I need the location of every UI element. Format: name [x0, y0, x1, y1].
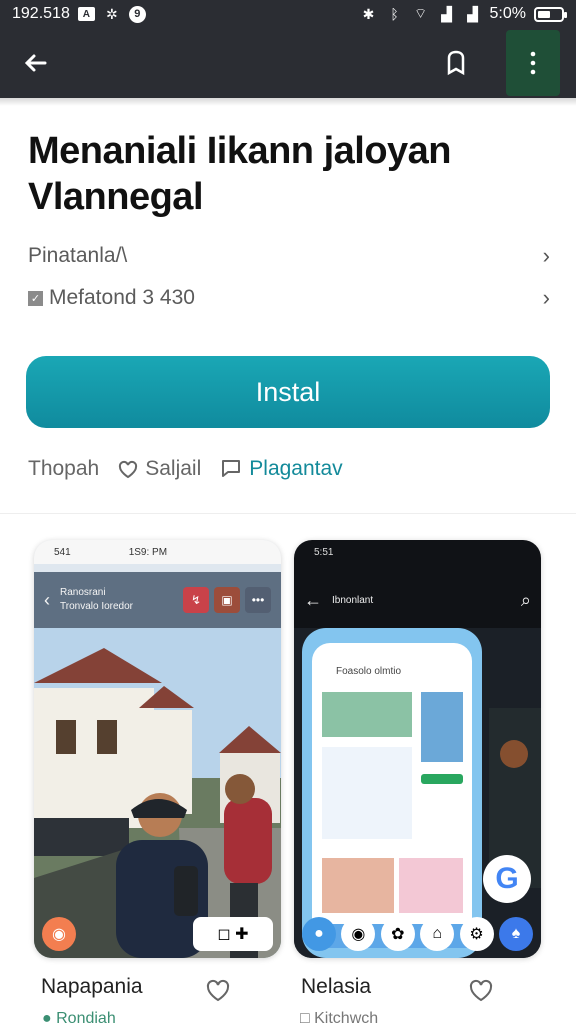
mini-status-time: 541: [54, 546, 71, 558]
chevron-right-icon: ›: [542, 285, 550, 310]
wifi-icon: ⌔: [413, 5, 428, 21]
publisher-label: Pinatanla/\: [28, 244, 128, 267]
action-label: Thopah: [28, 457, 100, 480]
settings-icon: ✲: [105, 5, 118, 22]
header-shadow: [0, 98, 576, 106]
publisher-row[interactable]: Pinatanla/\ ›: [28, 243, 550, 269]
house-photo: [34, 628, 281, 958]
subrow-label: □ Kitchwch: [300, 1010, 378, 1028]
more-options-button[interactable]: [506, 30, 560, 96]
status-bar: 192.518 A ✲ 9 ✱ ᛒ ⌔ ▟ ▟ 5:0%: [0, 0, 576, 28]
subrow-text: Rondiah: [56, 1010, 116, 1027]
battery-fill: [538, 10, 551, 18]
mini-app-icon: ✿: [380, 917, 415, 951]
subrow-text: Kitchwch: [314, 1010, 379, 1027]
action-label: Saljail: [145, 457, 202, 480]
status-time: 192.518: [12, 5, 70, 22]
whatsapp-icon: 9: [128, 5, 146, 23]
mini-status-bar: 5:51: [294, 540, 541, 564]
mini-title: Ranosrani: [60, 587, 106, 598]
phone-preview-photo: Foasolo olmtio: [294, 628, 541, 958]
action-thopah[interactable]: Thopah: [28, 457, 99, 481]
heart-icon: [119, 460, 138, 479]
check-icon: ✓: [28, 290, 43, 306]
meta-label: Mefatond 3 430: [49, 286, 195, 309]
subrow-label: ● Rondiah: [42, 1010, 116, 1028]
chevron-right-icon: ›: [542, 243, 550, 268]
mini-back-icon: ‹: [44, 589, 50, 610]
app-bar: [0, 28, 576, 98]
mini-app-icon: ●: [302, 917, 336, 951]
signal-icon: ▟: [441, 5, 452, 22]
screenshot-label: Nelasia: [301, 975, 372, 998]
bookmark-button[interactable]: [436, 43, 476, 83]
mini-app-icon: ◉: [341, 917, 376, 951]
mini-status-time: 5:51: [314, 546, 334, 558]
screenshot-label: Napapania: [41, 975, 143, 998]
subrow-icon: ●: [42, 1010, 52, 1027]
mini-photo-icon: ▣: [214, 587, 240, 613]
mini-status-bar: 541 1S9: PM: [34, 540, 281, 564]
mini-toolbar: ◉ ◻ ✚: [42, 917, 273, 951]
mini-app-icon: ⚙: [459, 917, 494, 951]
arrow-left-icon: [24, 54, 47, 72]
action-plagantav[interactable]: Plagantav: [219, 457, 343, 481]
svg-text:Foasolo olmtio: Foasolo olmtio: [336, 666, 401, 677]
notification-icon: A: [77, 7, 95, 21]
more-vertical-icon: [530, 51, 536, 75]
mini-camera-icon: ◉: [42, 917, 76, 951]
screenshot-card[interactable]: 541 1S9: PM ‹ Ranosrani Tronvalo Ioredor…: [34, 540, 281, 958]
action-saljail[interactable]: Saljail: [117, 457, 201, 481]
subrow-icon: □: [300, 1010, 310, 1027]
mini-tools-icon: ◻ ✚: [193, 917, 273, 951]
mini-app-icon: ⌂: [420, 917, 455, 951]
action-row: Thopah Saljail Plagantav: [28, 457, 343, 481]
battery-icon: [534, 6, 567, 22]
mini-app-header: ← Ibnonlant ⌕: [294, 572, 541, 628]
google-icon: G: [483, 855, 531, 903]
action-label: Plagantav: [249, 457, 343, 480]
mini-title: Ibnonlant: [332, 594, 374, 606]
mini-app-icon: ♠: [498, 917, 533, 951]
screenshot-card[interactable]: 5:51 ← Ibnonlant ⌕ Foasolo olmtio G ● ◉ …: [294, 540, 541, 958]
mini-more-icon: •••: [245, 587, 271, 613]
bookmark-icon: [447, 50, 465, 76]
battery-percent: 5:0%: [489, 5, 526, 22]
chat-icon: [222, 460, 241, 477]
mini-subtitle: Tronvalo Ioredor: [60, 601, 133, 612]
bluetooth-icon: ᛒ: [390, 6, 399, 22]
bluetooth-icon: ✱: [362, 5, 375, 22]
divider: [0, 513, 576, 514]
install-button[interactable]: Instal: [26, 356, 550, 428]
mini-app-header: ‹ Ranosrani Tronvalo Ioredor ↯ ▣ •••: [34, 572, 281, 628]
mini-record-icon: ↯: [183, 587, 209, 613]
mini-toolbar: ● ◉ ✿ ⌂ ⚙ ♠: [302, 917, 533, 951]
mini-search-icon: ⌕: [520, 589, 531, 610]
mini-back-icon: ←: [304, 589, 322, 610]
app-title: Menaniali Iikann jaloyan Vlannegal: [28, 130, 452, 218]
signal-icon: ▟: [467, 5, 478, 22]
meta-row[interactable]: ✓ Mefatond 3 430 ›: [28, 285, 550, 311]
heart-icon[interactable]: [467, 976, 495, 1004]
back-button[interactable]: [16, 43, 56, 83]
heart-icon[interactable]: [204, 976, 232, 1004]
mini-status-center: 1S9: PM: [128, 546, 168, 558]
